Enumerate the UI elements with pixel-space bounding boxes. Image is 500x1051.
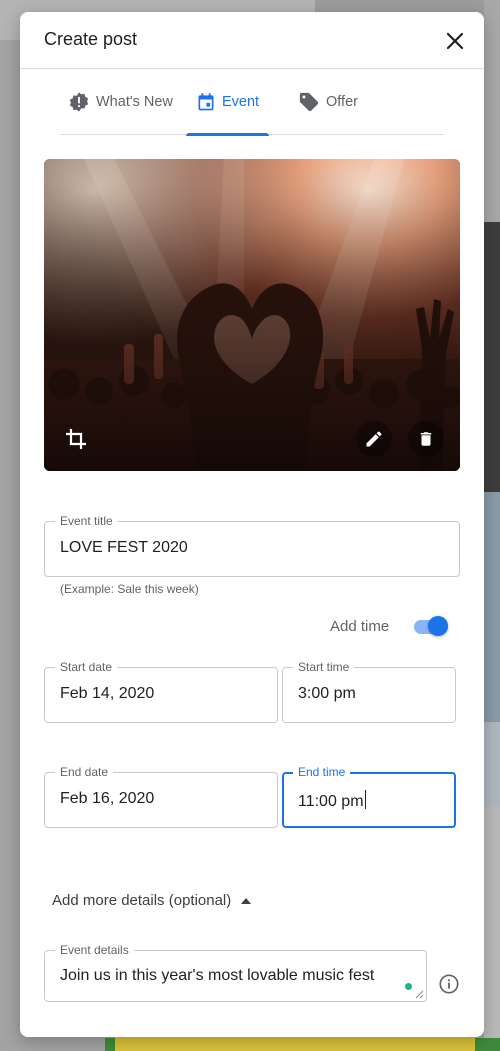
event-title-value: LOVE FEST 2020 (60, 539, 188, 556)
delete-trash-icon (420, 432, 432, 446)
crop-icon (66, 429, 86, 449)
tab-event[interactable]: Event (186, 69, 269, 136)
toggle-thumb (428, 616, 448, 636)
start-time-value: 3:00 pm (298, 685, 356, 702)
tab-offer-label: Offer (326, 94, 358, 110)
edit-pencil-icon (366, 431, 382, 447)
start-date-label: Start date (55, 660, 118, 674)
caret-up-icon (241, 897, 252, 904)
more-details-toggle[interactable]: Add more details (optional) (52, 892, 252, 909)
grammar-indicator-dot (405, 983, 412, 990)
background-link-area (484, 722, 500, 807)
background-banner-image (484, 222, 500, 492)
event-title-label: Event title (55, 514, 118, 528)
calendar-icon (198, 93, 214, 111)
dialog-header: Create post (20, 12, 484, 69)
background-card (484, 492, 500, 722)
tab-offer[interactable]: Offer (298, 69, 358, 135)
end-time-field[interactable]: End time 11:00 pm (282, 765, 456, 828)
start-time-field[interactable]: Start time 3:00 pm (282, 660, 456, 723)
event-details-info-button[interactable] (437, 972, 461, 996)
add-time-toggle[interactable] (412, 615, 452, 637)
event-title-field[interactable]: Event title LOVE FEST 2020 (44, 514, 460, 577)
end-time-value: 11:00 pm (298, 793, 364, 810)
end-time-input[interactable]: 11:00 pm (298, 790, 366, 811)
background-panel (484, 807, 500, 1051)
end-time-label: End time (293, 765, 351, 779)
event-photo (44, 159, 460, 471)
more-details-label: Add more details (optional) (52, 892, 232, 909)
edit-photo-button[interactable] (356, 421, 392, 457)
end-date-value: Feb 16, 2020 (60, 790, 155, 807)
event-details-value: Join us in this year's most lovable musi… (60, 967, 375, 984)
tab-whats-new-label: What's New (96, 94, 173, 110)
delete-photo-button[interactable] (408, 421, 444, 457)
crop-button[interactable] (58, 421, 94, 457)
event-title-helper: (Example: Sale this week) (60, 582, 199, 596)
close-icon (446, 32, 464, 50)
create-post-dialog: Create post What's New Event Offer Event… (20, 12, 484, 1037)
event-details-label: Event details (55, 943, 134, 957)
resize-handle-icon[interactable] (415, 990, 424, 999)
add-time-label: Add time (330, 618, 390, 635)
end-date-field[interactable]: End date Feb 16, 2020 (44, 765, 278, 828)
start-date-field[interactable]: Start date Feb 14, 2020 (44, 660, 278, 723)
background-bottom-image-band (115, 1036, 475, 1051)
info-icon (439, 974, 459, 994)
dialog-title: Create post (44, 29, 138, 49)
end-date-label: End date (55, 765, 114, 779)
tag-icon (299, 92, 319, 112)
text-caret (364, 790, 366, 809)
start-time-label: Start time (293, 660, 355, 674)
event-details-field[interactable]: Event details Join us in this year's mos… (44, 943, 427, 1002)
post-type-tabs: What's New Event Offer (60, 69, 444, 136)
tab-event-label: Event (222, 94, 260, 110)
close-button[interactable] (440, 26, 470, 56)
concert-crowd-image (44, 159, 460, 471)
whats-new-badge-icon (69, 92, 89, 112)
tab-whats-new[interactable]: What's New (68, 69, 173, 135)
start-date-value: Feb 14, 2020 (60, 685, 155, 702)
